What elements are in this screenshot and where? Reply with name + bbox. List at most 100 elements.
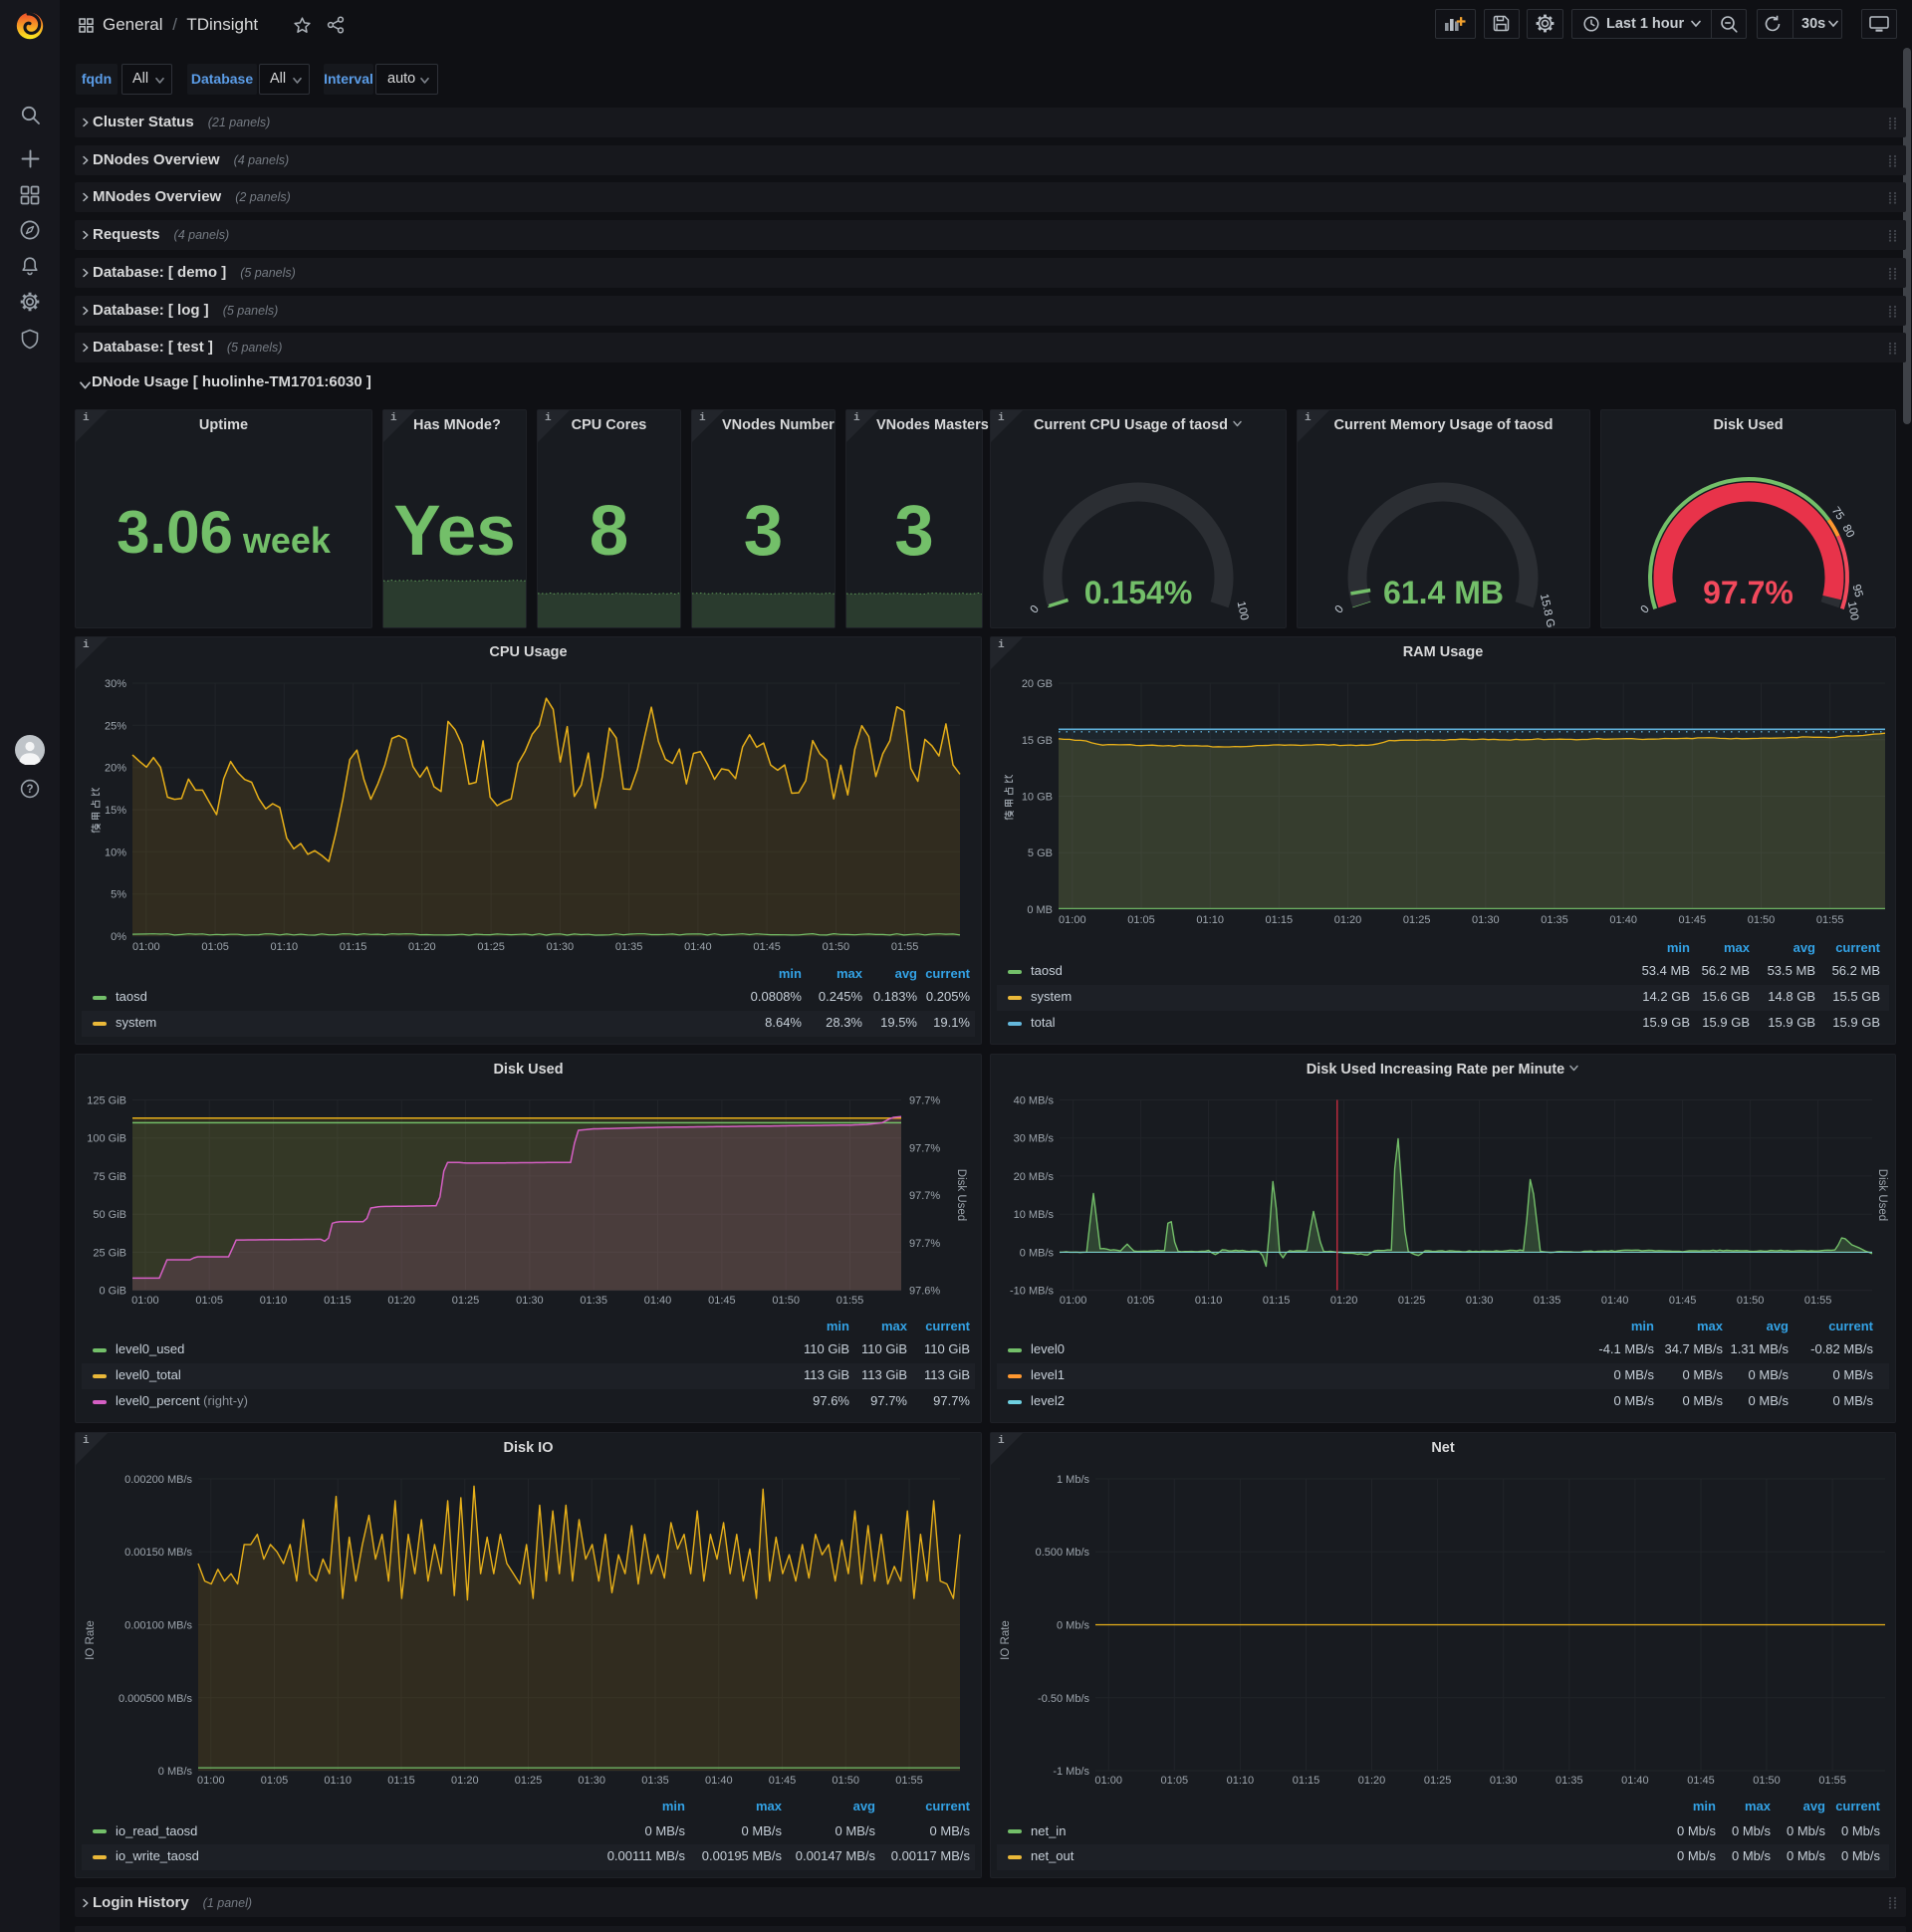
- svg-text:01:30: 01:30: [1466, 1295, 1494, 1307]
- svg-text:01:20: 01:20: [1334, 914, 1362, 926]
- svg-text:20 MB/s: 20 MB/s: [1014, 1171, 1055, 1183]
- svg-text:01:20: 01:20: [451, 1775, 479, 1787]
- svg-text:01:10: 01:10: [324, 1775, 352, 1787]
- svg-text:01:00: 01:00: [197, 1775, 225, 1787]
- svg-text:30 MB/s: 30 MB/s: [1014, 1133, 1055, 1145]
- svg-text:01:20: 01:20: [1358, 1775, 1386, 1787]
- svg-text:75: 75: [1829, 505, 1846, 522]
- svg-text:01:10: 01:10: [1227, 1775, 1255, 1787]
- svg-text:01:40: 01:40: [644, 1295, 672, 1307]
- svg-text:15%: 15%: [105, 805, 126, 817]
- svg-text:01:15: 01:15: [1266, 914, 1294, 926]
- svg-text:0.000500 MB/s: 0.000500 MB/s: [119, 1693, 192, 1705]
- svg-text:01:20: 01:20: [1330, 1295, 1358, 1307]
- svg-text:10 GB: 10 GB: [1022, 792, 1053, 804]
- svg-text:80: 80: [1839, 523, 1856, 540]
- svg-text:01:15: 01:15: [324, 1295, 352, 1307]
- svg-text:01:10: 01:10: [260, 1295, 288, 1307]
- svg-text:10 MB/s: 10 MB/s: [1014, 1209, 1055, 1221]
- svg-text:01:00: 01:00: [1060, 1295, 1087, 1307]
- svg-text:01:30: 01:30: [516, 1295, 544, 1307]
- svg-text:30%: 30%: [105, 678, 126, 690]
- svg-text:0.00150 MB/s: 0.00150 MB/s: [124, 1547, 192, 1559]
- svg-text:0 MB: 0 MB: [1027, 904, 1053, 916]
- svg-text:01:05: 01:05: [201, 941, 229, 953]
- svg-text:01:45: 01:45: [1679, 914, 1707, 926]
- svg-text:01:40: 01:40: [1609, 914, 1637, 926]
- svg-text:01:55: 01:55: [895, 1775, 923, 1787]
- svg-text:?: ?: [26, 784, 33, 796]
- svg-text:01:40: 01:40: [1601, 1295, 1629, 1307]
- svg-text:01:30: 01:30: [1472, 914, 1500, 926]
- svg-text:01:20: 01:20: [387, 1295, 415, 1307]
- svg-text:01:30: 01:30: [578, 1775, 605, 1787]
- svg-text:01:55: 01:55: [1818, 1775, 1846, 1787]
- svg-text:25%: 25%: [105, 720, 126, 732]
- svg-text:01:30: 01:30: [1490, 1775, 1518, 1787]
- svg-text:01:50: 01:50: [823, 941, 850, 953]
- svg-text:-0.50 Mb/s: -0.50 Mb/s: [1038, 1693, 1089, 1705]
- svg-text:75 GiB: 75 GiB: [93, 1171, 126, 1183]
- svg-text:01:05: 01:05: [1127, 1295, 1155, 1307]
- svg-text:01:35: 01:35: [1555, 1775, 1583, 1787]
- svg-text:01:50: 01:50: [772, 1295, 800, 1307]
- svg-text:01:20: 01:20: [408, 941, 436, 953]
- svg-text:01:45: 01:45: [769, 1775, 797, 1787]
- svg-text:01:35: 01:35: [615, 941, 643, 953]
- svg-text:01:15: 01:15: [1293, 1775, 1320, 1787]
- svg-text:01:25: 01:25: [515, 1775, 543, 1787]
- svg-text:20%: 20%: [105, 763, 126, 775]
- svg-text:100 GiB: 100 GiB: [87, 1133, 126, 1145]
- svg-text:0 GiB: 0 GiB: [99, 1286, 126, 1298]
- svg-text:0.00200 MB/s: 0.00200 MB/s: [124, 1474, 192, 1486]
- svg-text:01:45: 01:45: [1687, 1775, 1715, 1787]
- svg-text:01:35: 01:35: [1534, 1295, 1561, 1307]
- svg-text:01:25: 01:25: [452, 1295, 480, 1307]
- svg-text:01:50: 01:50: [1748, 914, 1776, 926]
- svg-text:01:25: 01:25: [1424, 1775, 1452, 1787]
- svg-text:0%: 0%: [111, 931, 126, 943]
- svg-text:01:45: 01:45: [708, 1295, 736, 1307]
- svg-text:50 GiB: 50 GiB: [93, 1209, 126, 1221]
- svg-text:01:10: 01:10: [1195, 1295, 1223, 1307]
- svg-text:97.7%: 97.7%: [909, 1190, 940, 1202]
- svg-text:01:55: 01:55: [891, 941, 919, 953]
- svg-text:IO Rate: IO Rate: [1000, 1620, 1012, 1660]
- svg-text:20 GB: 20 GB: [1022, 678, 1053, 690]
- svg-text:97.7%: 97.7%: [909, 1095, 940, 1107]
- svg-text:0 Mb/s: 0 Mb/s: [1057, 1620, 1090, 1632]
- svg-text:01:05: 01:05: [1127, 914, 1155, 926]
- svg-text:01:25: 01:25: [1398, 1295, 1426, 1307]
- svg-text:01:40: 01:40: [684, 941, 712, 953]
- svg-text:01:00: 01:00: [132, 941, 160, 953]
- svg-text:01:40: 01:40: [705, 1775, 733, 1787]
- svg-text:01:45: 01:45: [1669, 1295, 1697, 1307]
- svg-text:01:35: 01:35: [580, 1295, 607, 1307]
- svg-text:01:50: 01:50: [1753, 1775, 1781, 1787]
- svg-text:01:15: 01:15: [1263, 1295, 1291, 1307]
- svg-text:01:55: 01:55: [1816, 914, 1844, 926]
- svg-text:01:25: 01:25: [1403, 914, 1431, 926]
- svg-text:40 MB/s: 40 MB/s: [1014, 1095, 1055, 1107]
- svg-text:Disk Used: Disk Used: [1876, 1169, 1888, 1221]
- svg-text:01:00: 01:00: [1059, 914, 1086, 926]
- svg-text:01:05: 01:05: [1161, 1775, 1189, 1787]
- svg-text:-10 MB/s: -10 MB/s: [1010, 1286, 1055, 1298]
- svg-text:01:00: 01:00: [131, 1295, 159, 1307]
- svg-text:01:15: 01:15: [387, 1775, 415, 1787]
- svg-text:10%: 10%: [105, 846, 126, 858]
- svg-text:125 GiB: 125 GiB: [87, 1095, 126, 1107]
- svg-text:5%: 5%: [111, 889, 126, 901]
- svg-text:01:55: 01:55: [836, 1295, 864, 1307]
- svg-text:01:40: 01:40: [1621, 1775, 1649, 1787]
- svg-text:01:15: 01:15: [340, 941, 367, 953]
- svg-text:01:25: 01:25: [477, 941, 505, 953]
- svg-text:25 GiB: 25 GiB: [93, 1247, 126, 1259]
- svg-text:1 Mb/s: 1 Mb/s: [1057, 1474, 1090, 1486]
- svg-text:-1 Mb/s: -1 Mb/s: [1053, 1766, 1089, 1778]
- svg-text:0.00100 MB/s: 0.00100 MB/s: [124, 1620, 192, 1632]
- svg-text:01:50: 01:50: [1737, 1295, 1765, 1307]
- svg-text:01:00: 01:00: [1094, 1775, 1122, 1787]
- svg-text:0 MB/s: 0 MB/s: [158, 1766, 193, 1778]
- svg-text:5 GB: 5 GB: [1028, 847, 1053, 859]
